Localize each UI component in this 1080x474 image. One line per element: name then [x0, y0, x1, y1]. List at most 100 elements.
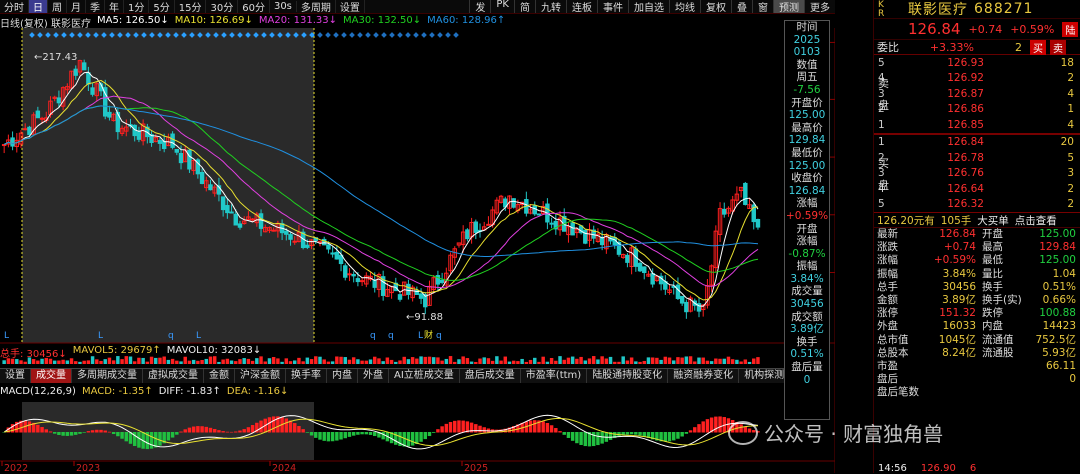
macd-bar — [284, 418, 289, 433]
sell-level[interactable]: 3 126.87 4 — [874, 86, 1080, 102]
period-10[interactable]: 60分 — [238, 0, 270, 13]
toolbar-btn-2[interactable]: 简 — [514, 0, 535, 13]
volume-bar — [234, 361, 238, 364]
buy-level[interactable]: 3 126.76 3 — [874, 166, 1080, 182]
volume-bar — [364, 360, 369, 364]
big-order-row[interactable]: 126.20元有 105手 大买单 点击查看 — [874, 213, 1080, 228]
stat-label: 总手 — [877, 280, 898, 293]
candle-body — [486, 223, 491, 226]
toolbar-btn-0[interactable]: 发 — [469, 0, 490, 13]
event-marker[interactable]: L — [418, 331, 423, 341]
candle-body — [536, 213, 542, 216]
period-9[interactable]: 30分 — [206, 0, 239, 13]
candle-body — [743, 182, 748, 205]
tab-5[interactable]: 沪深金额 — [235, 369, 286, 383]
event-marker[interactable]: L — [98, 331, 103, 341]
tab-8[interactable]: 外盘 — [358, 369, 389, 383]
toolbar-btn-12[interactable]: 更多 — [804, 0, 835, 13]
period-1[interactable]: 日 — [29, 0, 48, 13]
period-13[interactable]: 设置 — [336, 0, 365, 13]
weibi-value: +3.33% — [929, 40, 974, 54]
toolbar-btn-11[interactable]: 预测 — [773, 0, 804, 13]
sell-level[interactable]: 2 126.86 1 — [874, 102, 1080, 118]
macd-bar — [65, 432, 70, 436]
volume-bar — [263, 361, 267, 364]
period-4[interactable]: 季 — [86, 0, 105, 13]
toolbar-btn-3[interactable]: 九转 — [535, 0, 566, 13]
tab-7[interactable]: 内盘 — [327, 369, 358, 383]
big-order-link[interactable]: 点击查看 — [1015, 213, 1057, 228]
period-7[interactable]: 5分 — [149, 0, 175, 13]
event-marker[interactable]: 财 — [424, 329, 433, 341]
event-marker[interactable]: q — [388, 331, 394, 341]
volume-bar — [621, 356, 625, 364]
buy-tag[interactable]: 买 — [1030, 39, 1046, 55]
buy-level[interactable]: 5 126.32 2 — [874, 197, 1080, 213]
tab-0[interactable]: 设置 — [0, 369, 31, 383]
toolbar-btn-1[interactable]: PK — [490, 0, 514, 13]
sell-level[interactable]: 1 126.85 4 — [874, 117, 1080, 133]
volume-bar — [554, 360, 558, 364]
buy-level[interactable]: 2 126.78 5 — [874, 150, 1080, 166]
period-0[interactable]: 分时 — [0, 0, 29, 13]
period-2[interactable]: 周 — [48, 0, 67, 13]
toolbar-btn-9[interactable]: 叠 — [731, 0, 752, 13]
event-marker[interactable]: L — [4, 331, 9, 341]
tab-2[interactable]: 多周期成交量 — [72, 369, 143, 383]
toolbar-btn-7[interactable]: 均线 — [669, 0, 700, 13]
tooltip-key: 换手 — [796, 335, 818, 348]
volume-bar — [145, 361, 150, 364]
mavol10-label: MAVOL10: 32083↓ — [166, 345, 262, 356]
period-3[interactable]: 月 — [67, 0, 86, 13]
event-marker[interactable]: q — [168, 331, 174, 341]
tooltip-value: -0.87% — [788, 247, 826, 260]
volume-bar — [389, 359, 394, 364]
volume-bar — [250, 360, 255, 364]
volume-bar — [351, 357, 356, 364]
volume-bar — [196, 360, 200, 364]
kline-chart[interactable]: 224.40196.79168.82140.85112.88←217.43←91… — [0, 28, 835, 473]
tooltip-value: 周五 — [796, 71, 818, 84]
period-12[interactable]: 多周期 — [297, 0, 336, 13]
tab-4[interactable]: 金额 — [204, 369, 235, 383]
stock-name[interactable]: 联影医疗 — [908, 0, 968, 19]
sell-tag[interactable]: 卖 — [1050, 39, 1066, 55]
tab-11[interactable]: 市盈率(ttm) — [521, 369, 588, 383]
macd-bar — [381, 432, 385, 440]
toolbar-btn-5[interactable]: 事件 — [597, 0, 628, 13]
toolbar-btn-10[interactable]: 窗 — [752, 0, 773, 13]
tab-9[interactable]: AI立桩成交量 — [389, 369, 460, 383]
volume-bar — [533, 357, 537, 364]
toolbar-btn-8[interactable]: 复权 — [700, 0, 731, 13]
tab-10[interactable]: 盘后成交量 — [460, 369, 521, 383]
period-8[interactable]: 15分 — [175, 0, 207, 13]
tab-13[interactable]: 融资融券变化 — [668, 369, 740, 383]
ma60-label: MA60: 128.96↑ — [427, 15, 506, 26]
tab-3[interactable]: 虚拟成交量 — [143, 369, 204, 383]
event-marker[interactable]: q — [370, 331, 376, 341]
sell-level[interactable]: 4 126.92 2 — [874, 71, 1080, 87]
macd-bar — [48, 431, 53, 433]
volume-bar — [124, 356, 129, 364]
period-11[interactable]: 30s — [270, 1, 297, 12]
stat-label: 振幅 — [877, 267, 898, 280]
tab-1[interactable]: 成交量 — [31, 369, 72, 383]
buy-level[interactable]: 1 126.84 20 — [874, 135, 1080, 151]
event-marker[interactable]: L — [196, 331, 201, 341]
tab-12[interactable]: 陆股通持股变化 — [587, 369, 669, 383]
toolbar-btn-4[interactable]: 连板 — [566, 0, 597, 13]
macd-bar — [591, 432, 596, 447]
event-marker[interactable]: q — [436, 331, 442, 341]
macd-bar — [57, 432, 61, 435]
period-5[interactable]: 年 — [105, 0, 124, 13]
tab-14[interactable]: 机构探测器 — [739, 369, 790, 383]
toolbar-btn-6[interactable]: 加自选 — [628, 0, 669, 13]
macd-bar — [575, 432, 579, 444]
buy-level[interactable]: 4 126.64 2 — [874, 181, 1080, 197]
period-6[interactable]: 1分 — [124, 0, 150, 13]
sell-level[interactable]: 5 126.93 18 — [874, 55, 1080, 71]
macd-bar — [335, 432, 339, 441]
tab-6[interactable]: 换手率 — [286, 369, 327, 383]
volume-bar — [52, 360, 57, 364]
stat-value: 752.5亿 — [1035, 333, 1076, 346]
